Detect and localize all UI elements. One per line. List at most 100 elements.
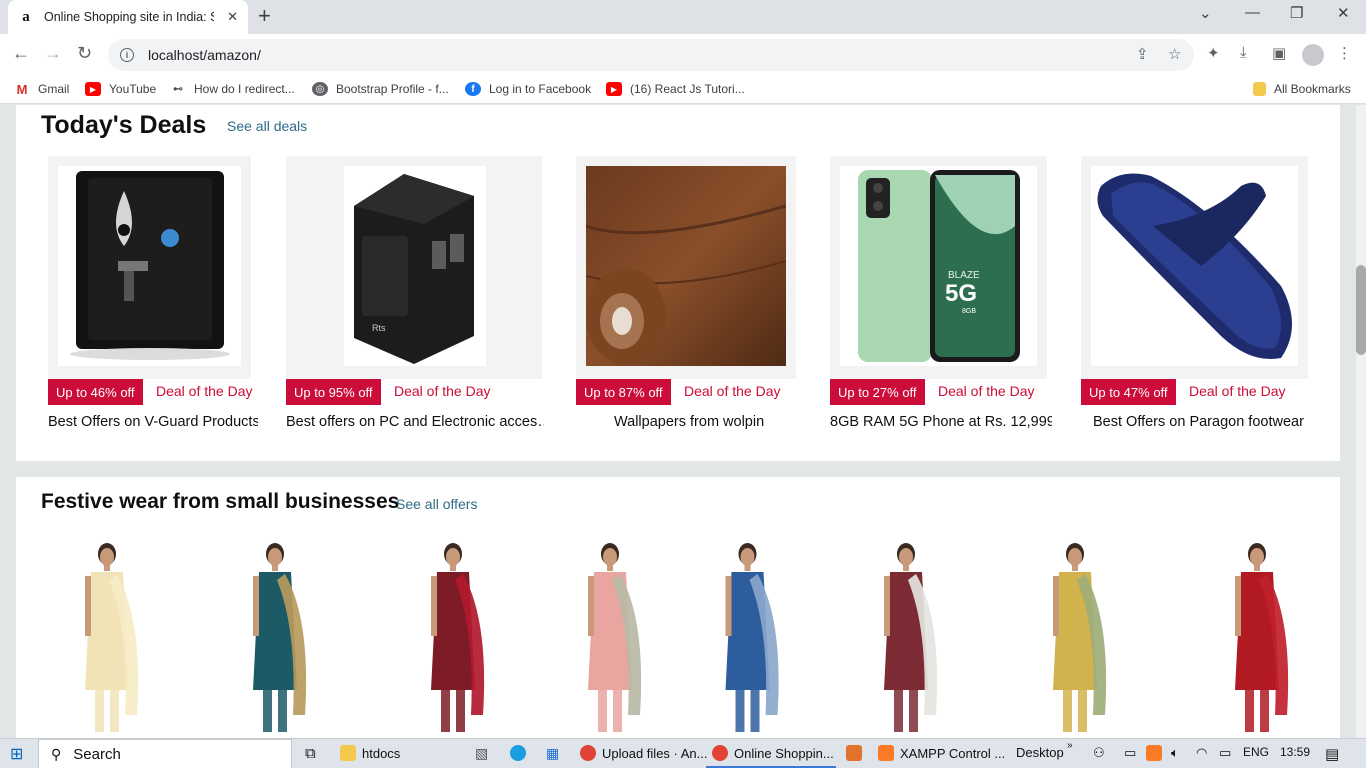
back-button[interactable]: ← bbox=[12, 43, 30, 64]
maroon-kurta-image[interactable] bbox=[398, 540, 508, 740]
taskbar-item-xampp[interactable]: XAMPP Control ... bbox=[878, 745, 1005, 761]
notification-icon[interactable]: ▤ bbox=[1325, 745, 1339, 763]
site-icon: ⊷ bbox=[170, 82, 186, 96]
share-icon[interactable]: ⇪ bbox=[1136, 45, 1149, 63]
teal-lehenga-image[interactable] bbox=[205, 540, 345, 740]
windows-start-icon[interactable]: ⊞ bbox=[10, 744, 23, 764]
wood-wallpaper-image bbox=[586, 166, 786, 366]
volume-icon[interactable]: 🔈︎ bbox=[1171, 745, 1179, 761]
deal-item[interactable]: Up to 46% off Deal of the Day Best Offer… bbox=[48, 156, 258, 446]
phone-ram-text: 8GB bbox=[962, 308, 976, 315]
bookmarks-bar: M Gmail ▶ YouTube ⊷ How do I redirect...… bbox=[0, 76, 1366, 104]
search-icon: ⚲ bbox=[51, 745, 62, 762]
red-kurta-image[interactable] bbox=[1212, 540, 1302, 740]
xampp-icon bbox=[878, 745, 894, 761]
clock[interactable]: 13:59 bbox=[1280, 745, 1310, 759]
deal-of-day-label: Deal of the Day bbox=[394, 383, 491, 399]
bookmark-label: How do I redirect... bbox=[194, 82, 295, 96]
travel-adaptor-image: Rts bbox=[344, 166, 486, 366]
maroon-white-kurta-image[interactable] bbox=[846, 540, 966, 740]
tab-search-chevron-icon[interactable]: ⌄ bbox=[1199, 4, 1212, 22]
deal-of-day-label: Deal of the Day bbox=[156, 383, 253, 399]
see-all-deals-link[interactable]: See all deals bbox=[227, 118, 307, 134]
new-tab-button[interactable]: + bbox=[258, 4, 271, 28]
deals-title: Today's Deals bbox=[41, 111, 207, 139]
browser-tab[interactable]: a Online Shopping site in India: Shop ✕ bbox=[8, 0, 248, 34]
windows-taskbar: ⊞ ⚲ Search ⧉ htdocs ▧ ▦ Upload files · A… bbox=[0, 738, 1366, 768]
deal-of-day-label: Deal of the Day bbox=[938, 383, 1035, 399]
store-icon[interactable]: ▦ bbox=[546, 745, 559, 762]
side-panel-icon[interactable]: ▣ bbox=[1272, 44, 1286, 62]
profile-avatar[interactable] bbox=[1302, 44, 1324, 66]
deal-image-box bbox=[576, 156, 796, 379]
deal-image-box: Rts bbox=[286, 156, 542, 379]
battery-icon[interactable]: ▭ bbox=[1219, 745, 1231, 761]
amazon-favicon-icon: a bbox=[22, 8, 30, 25]
deal-of-day-label: Deal of the Day bbox=[1189, 383, 1286, 399]
chevron-right-icon[interactable]: » bbox=[1067, 740, 1073, 751]
discount-badge: Up to 95% off bbox=[286, 379, 381, 405]
bookmark-label: Bootstrap Profile - f... bbox=[336, 82, 449, 96]
bookmark-facebook[interactable]: f Log in to Facebook bbox=[465, 82, 591, 96]
all-bookmarks[interactable]: All Bookmarks bbox=[1253, 82, 1351, 96]
sublime-icon[interactable] bbox=[846, 745, 862, 761]
all-bookmarks-label: All Bookmarks bbox=[1274, 82, 1351, 96]
deal-item[interactable]: Up to 47% off Deal of the Day Best Offer… bbox=[1081, 156, 1311, 446]
blue-print-kurta-image[interactable] bbox=[700, 540, 795, 740]
close-window-button[interactable]: ✕ bbox=[1337, 4, 1350, 22]
cream-kurta-image[interactable] bbox=[52, 540, 162, 740]
youtube-icon: ▶ bbox=[606, 82, 622, 96]
deal-image-box: BLAZE 5G 8GB bbox=[830, 156, 1047, 379]
page-scrollbar-thumb[interactable] bbox=[1356, 265, 1366, 355]
minimize-button[interactable]: — bbox=[1245, 4, 1260, 21]
flip-flop-image bbox=[1091, 166, 1298, 366]
taskbar-item-online-shopping[interactable]: Online Shoppin... bbox=[712, 745, 834, 761]
bookmark-redirect[interactable]: ⊷ How do I redirect... bbox=[170, 82, 295, 96]
youtube-icon: ▶ bbox=[85, 82, 101, 96]
taskbar-item-upload[interactable]: Upload files · An... bbox=[580, 745, 708, 761]
festive-title: Festive wear from small businesses bbox=[41, 490, 400, 513]
chrome-icon bbox=[580, 745, 596, 761]
bookmark-star-icon[interactable]: ☆ bbox=[1168, 45, 1181, 63]
bookmark-label: Gmail bbox=[38, 82, 70, 96]
browser-toolbar: ← → ↻ i localhost/amazon/ ⇪ ☆ ✦ ⤓ ▣ ⋮ bbox=[0, 34, 1366, 76]
deal-name: Best Offers on Paragon footwear bbox=[1093, 414, 1304, 430]
reload-button[interactable]: ↻ bbox=[77, 43, 92, 64]
forward-button[interactable]: → bbox=[44, 43, 62, 64]
yellow-print-kurta-image[interactable] bbox=[1020, 540, 1130, 740]
menu-icon[interactable]: ⋮ bbox=[1337, 44, 1352, 62]
svg-text:Rts: Rts bbox=[372, 323, 386, 333]
site-info-icon[interactable]: i bbox=[120, 48, 134, 62]
extensions-icon[interactable]: ✦ bbox=[1207, 44, 1220, 62]
bookmark-bootstrap[interactable]: ◎ Bootstrap Profile - f... bbox=[312, 82, 449, 96]
see-all-offers-link[interactable]: See all offers bbox=[396, 496, 477, 512]
bookmark-react[interactable]: ▶ (16) React Js Tutori... bbox=[606, 82, 745, 96]
deal-image-box bbox=[1081, 156, 1308, 379]
language-indicator[interactable]: ENG bbox=[1243, 745, 1269, 759]
edge-icon[interactable] bbox=[510, 745, 526, 761]
deal-item[interactable]: BLAZE 5G 8GB Up to 27% off Deal of the D… bbox=[830, 156, 1052, 446]
address-bar[interactable]: i localhost/amazon/ ⇪ ☆ bbox=[108, 39, 1194, 71]
taskbar-item-label: XAMPP Control ... bbox=[900, 745, 1006, 761]
meet-icon[interactable]: ▭ bbox=[1124, 745, 1136, 761]
pink-kurta-image[interactable] bbox=[570, 540, 650, 740]
facebook-icon: f bbox=[465, 82, 481, 96]
bookmark-youtube[interactable]: ▶ YouTube bbox=[85, 82, 156, 96]
bookmark-gmail[interactable]: M Gmail bbox=[14, 82, 70, 97]
people-icon[interactable]: ⚇ bbox=[1093, 745, 1105, 761]
deal-item[interactable]: Up to 87% off Deal of the Day Wallpapers… bbox=[576, 156, 798, 446]
download-icon[interactable]: ⤓ bbox=[1240, 44, 1247, 61]
xampp-tray-icon[interactable] bbox=[1146, 745, 1162, 761]
deal-name: Best offers on PC and Electronic acces… bbox=[286, 414, 544, 430]
deal-item[interactable]: Rts Up to 95% off Deal of the Day Best o… bbox=[286, 156, 546, 446]
restore-button[interactable]: ❐ bbox=[1290, 4, 1303, 22]
image-viewer-icon[interactable]: ▧ bbox=[475, 745, 488, 762]
close-tab-icon[interactable]: ✕ bbox=[227, 9, 238, 25]
desktop-toolbar[interactable]: Desktop bbox=[1016, 745, 1064, 760]
taskbar-item-label: Upload files · An... bbox=[602, 745, 708, 761]
wifi-icon[interactable]: ◠ bbox=[1196, 745, 1207, 761]
discount-badge: Up to 46% off bbox=[48, 379, 143, 405]
task-view-icon[interactable]: ⧉ bbox=[305, 745, 316, 762]
taskbar-item-htdocs[interactable]: htdocs bbox=[340, 745, 400, 761]
taskbar-search[interactable]: ⚲ Search bbox=[38, 739, 292, 768]
